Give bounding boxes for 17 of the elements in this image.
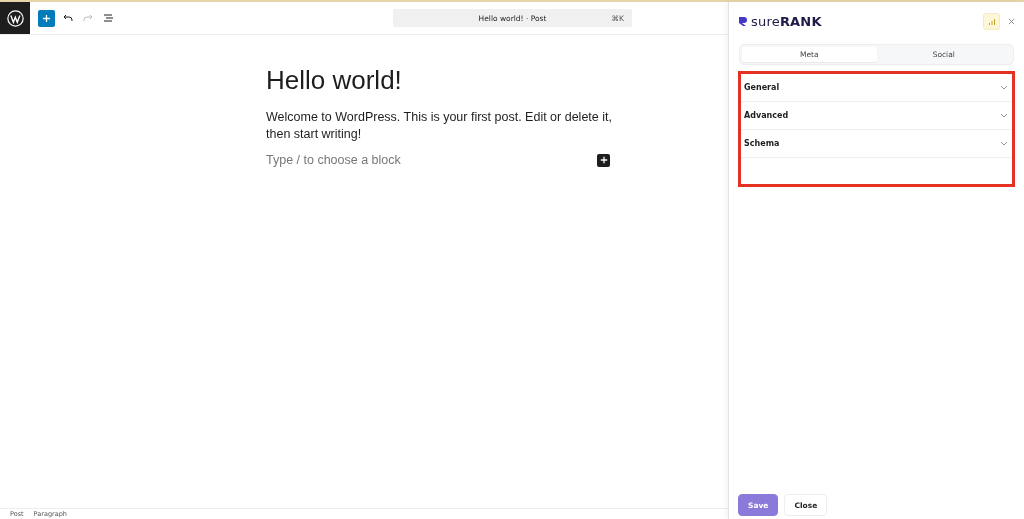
- close-icon[interactable]: [1008, 17, 1015, 25]
- seo-score-button[interactable]: [983, 12, 1000, 30]
- bar-chart-icon: [987, 17, 996, 25]
- brand-name: sureRANK: [751, 13, 822, 29]
- chevron-down-icon: [1000, 113, 1008, 118]
- block-placeholder[interactable]: Type / to choose a block: [266, 153, 401, 167]
- chevron-down-icon: [1000, 85, 1008, 90]
- wordpress-logo[interactable]: [0, 2, 30, 34]
- plus-icon: [42, 13, 51, 23]
- post-title[interactable]: Hello world!: [266, 65, 728, 96]
- plus-icon: [599, 156, 608, 164]
- chevron-down-icon: [1000, 141, 1008, 146]
- brand-logo-icon: [738, 15, 748, 27]
- add-block-button[interactable]: [597, 153, 610, 167]
- list-view-icon[interactable]: [101, 11, 116, 25]
- post-paragraph[interactable]: Welcome to WordPress. This is your first post. Edit or delete it, then start writing!: [266, 109, 616, 143]
- w-logo-icon: [6, 9, 24, 27]
